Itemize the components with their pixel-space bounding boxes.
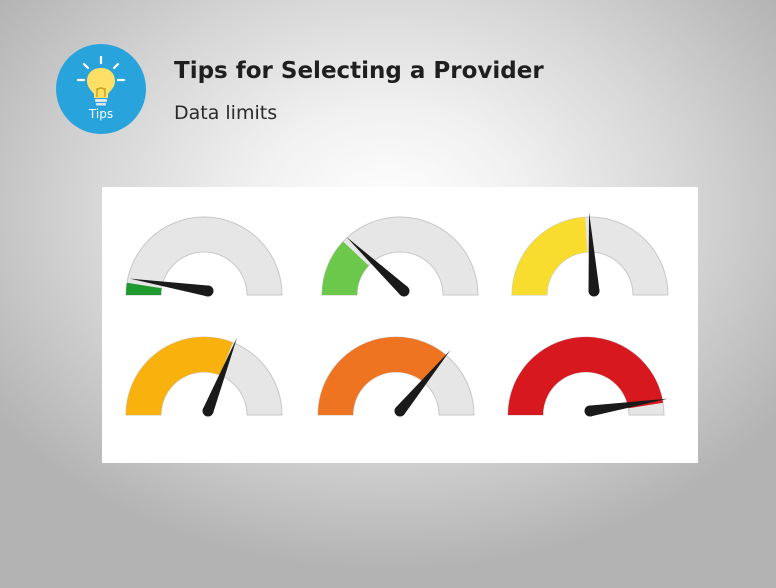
gauges-panel bbox=[102, 187, 698, 463]
gauge-track bbox=[125, 216, 283, 296]
gauge-fill bbox=[126, 337, 233, 415]
page-subtitle: Data limits bbox=[174, 102, 278, 124]
gauge-half bbox=[511, 212, 669, 297]
slide-background: Tips Tips for Selecting a Provider Data … bbox=[0, 0, 776, 588]
gauge-low bbox=[321, 216, 479, 297]
page-title: Tips for Selecting a Provider bbox=[174, 58, 544, 84]
tips-badge-label: Tips bbox=[88, 107, 114, 121]
gauges-illustration bbox=[125, 212, 669, 417]
gauge-lowest bbox=[125, 216, 283, 297]
gauge-high bbox=[317, 336, 475, 417]
gauge-above-half bbox=[125, 336, 283, 417]
gauge-max bbox=[507, 336, 669, 417]
gauge-fill bbox=[512, 217, 588, 295]
tips-badge: Tips bbox=[56, 44, 146, 134]
